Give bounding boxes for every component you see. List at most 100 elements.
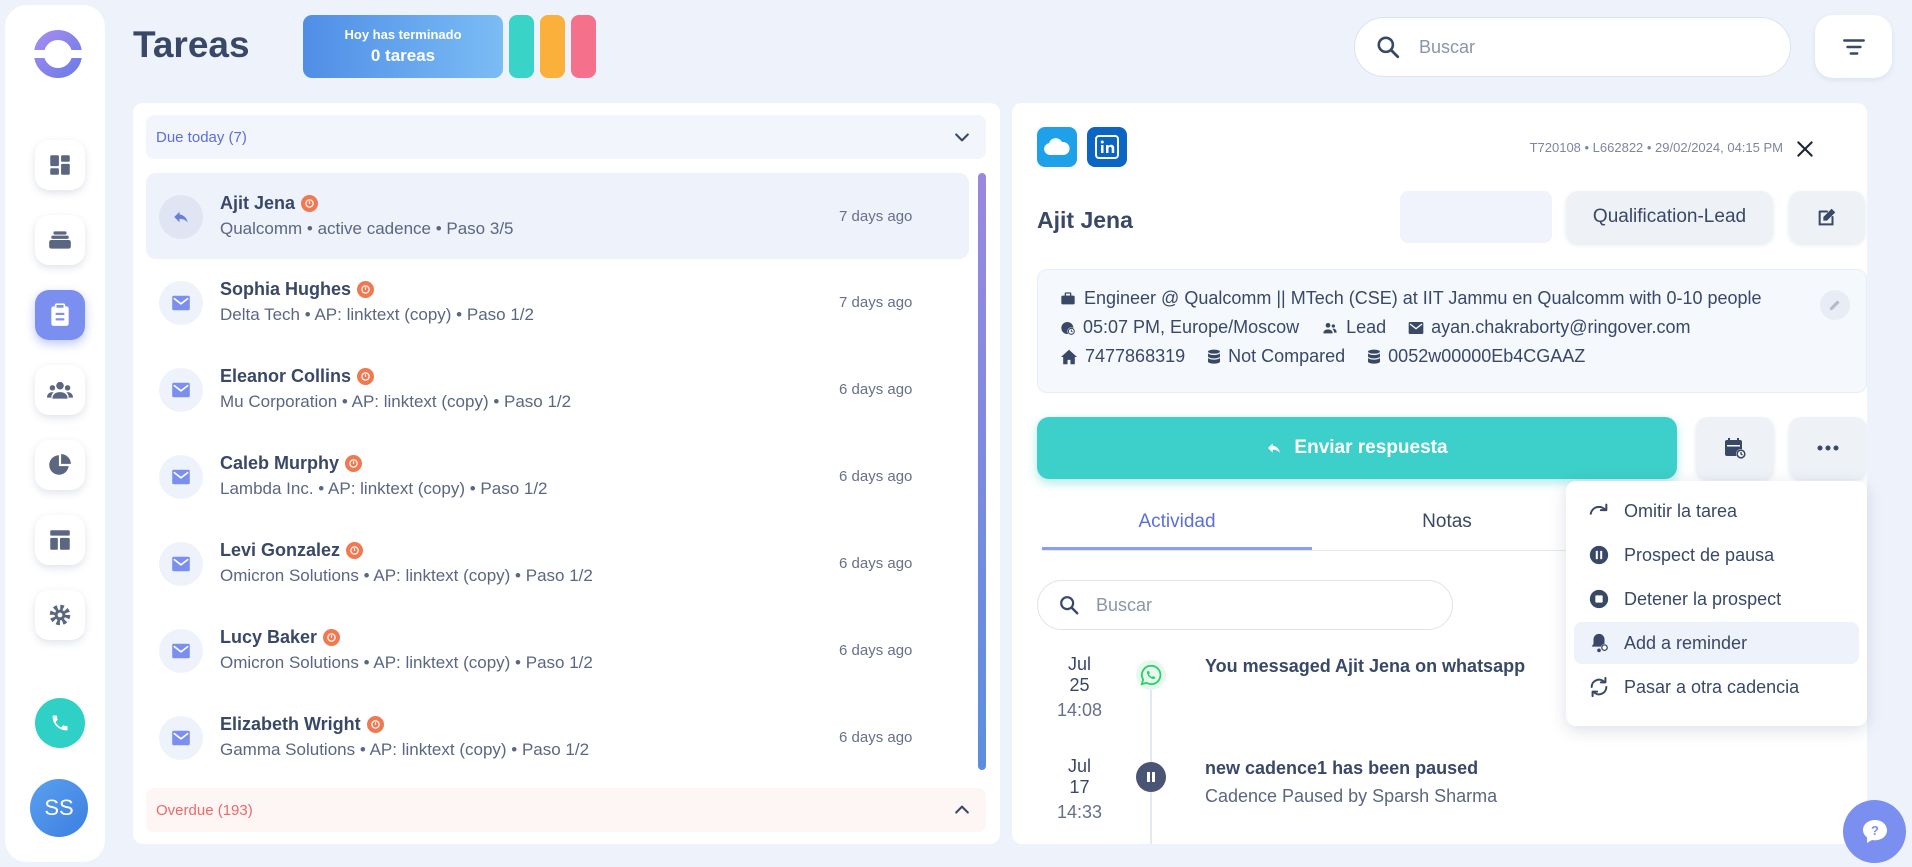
overdue-section[interactable]: Overdue (193) (146, 788, 986, 832)
nav-people[interactable] (35, 365, 85, 415)
task-time: 6 days ago (839, 468, 913, 485)
activity-subtitle: Cadence Paused by Sparsh Sharma (1205, 786, 1498, 806)
tab-divider (1042, 550, 1582, 551)
task-lead-name: Levi Gonzalez (220, 540, 341, 560)
tab-notes[interactable]: Notas (1312, 511, 1582, 547)
edit-lead-button[interactable] (1789, 191, 1865, 243)
send-reply-label: Enviar respuesta (1294, 437, 1448, 458)
task-row[interactable]: Elizabeth Wright Gamma Solutions • AP: li… (146, 694, 969, 780)
lead-email[interactable]: ayan.chakraborty@ringover.com (1431, 317, 1690, 338)
lead-crm-id-group: 0052w00000Eb4CGAAZ (1367, 346, 1585, 367)
task-time: 6 days ago (839, 642, 913, 659)
activity-search-input[interactable] (1096, 594, 1396, 616)
lead-email-group: ayan.chakraborty@ringover.com (1408, 317, 1691, 338)
edit-info-button[interactable] (1820, 290, 1850, 320)
close-icon[interactable] (1795, 139, 1815, 159)
timezone-badge (357, 281, 375, 298)
timezone-badge (345, 455, 363, 472)
empty-field (1400, 191, 1552, 243)
pause-circle-icon (1589, 545, 1609, 565)
lead-status-button[interactable]: Qualification-Lead (1566, 191, 1773, 243)
task-type-icon (159, 281, 203, 325)
task-row[interactable]: Lucy Baker Omicron Solutions • AP: linkte… (146, 607, 969, 693)
due-today-section[interactable]: Due today (7) (146, 115, 986, 159)
phone-button[interactable] (35, 698, 85, 748)
more-options-button[interactable] (1789, 417, 1867, 479)
lead-type: Lead (1346, 317, 1387, 337)
pause-icon (1147, 772, 1155, 782)
reply-icon (174, 211, 188, 223)
nav-tasks[interactable] (35, 290, 85, 340)
activity-date-time: 14:33 (1057, 802, 1103, 822)
help-chat-button[interactable]: ? (1843, 800, 1906, 863)
schedule-button[interactable] (1696, 417, 1774, 479)
mail-icon (172, 730, 190, 746)
task-filter-pill-pink[interactable] (571, 15, 596, 78)
task-filter-pill-teal[interactable] (509, 15, 534, 78)
nav-dashboard[interactable] (35, 140, 85, 190)
lead-type-group: Lead (1321, 317, 1386, 338)
overdue-label: Overdue (193) (156, 801, 253, 819)
task-list-scrollbar[interactable] (978, 173, 986, 770)
app-logo-icon[interactable] (32, 28, 84, 80)
activity-search-bar[interactable] (1037, 580, 1453, 630)
chevron-down-icon[interactable] (952, 127, 972, 147)
menu-item-change-cadence[interactable]: Pasar a otra cadencia (1574, 666, 1859, 708)
lead-phone[interactable]: 7477868319 (1085, 346, 1185, 367)
salesforce-icon[interactable] (1037, 127, 1077, 167)
nav-templates[interactable] (35, 515, 85, 565)
gear-icon (49, 604, 71, 626)
task-type-icon (159, 716, 203, 760)
nav-cadences[interactable] (35, 215, 85, 265)
lead-info-card: Engineer @ Qualcomm || MTech (CSE) at II… (1037, 269, 1867, 393)
help-chat-icon: ? (1862, 819, 1887, 843)
task-time: 6 days ago (839, 555, 913, 572)
task-row[interactable]: Eleanor Collins Mu Corporation • AP: link… (146, 346, 969, 432)
nav-settings[interactable] (35, 590, 85, 640)
edit-icon (1818, 208, 1836, 226)
task-filter-pill-orange[interactable] (540, 15, 565, 78)
search-input[interactable] (1419, 36, 1769, 58)
menu-item-pause-prospect[interactable]: Prospect de pausa (1574, 534, 1859, 576)
timezone-badge (301, 195, 319, 212)
send-reply-button[interactable]: Enviar respuesta (1037, 417, 1677, 479)
due-today-label: Due today (7) (156, 128, 247, 146)
flag-icon (370, 720, 380, 729)
search-icon (1377, 36, 1400, 59)
linkedin-icon[interactable] (1087, 127, 1127, 167)
user-avatar[interactable]: SS (30, 779, 88, 837)
task-type-icon (159, 195, 203, 239)
task-row[interactable]: Sophia Hughes Delta Tech • AP: linktext (… (146, 259, 969, 345)
tab-activity[interactable]: Actividad (1042, 511, 1312, 550)
menu-item-stop-prospect[interactable]: Detener la prospect (1574, 578, 1859, 620)
nav-reports[interactable] (35, 440, 85, 490)
search-bar[interactable] (1354, 17, 1791, 77)
menu-item-label: Omitir la tarea (1624, 500, 1738, 521)
menu-item-add-reminder[interactable]: Add a reminder (1574, 622, 1859, 664)
calendar-clock-icon (1725, 438, 1746, 459)
task-list-panel: Due today (7) Ajit Jena Qualcomm • active… (133, 103, 1000, 844)
task-lead-name: Caleb Murphy (220, 453, 340, 473)
task-row[interactable]: Caleb Murphy Lambda Inc. • AP: linktext (… (146, 433, 969, 519)
filter-button[interactable] (1815, 15, 1892, 78)
pie-chart-icon (49, 454, 71, 475)
skip-icon (1589, 503, 1608, 515)
menu-item-skip-task[interactable]: Omitir la tarea (1574, 490, 1859, 532)
mail-icon (172, 556, 190, 572)
task-row[interactable]: Levi Gonzalez Omicron Solutions • AP: lin… (146, 520, 969, 606)
flag-icon (349, 459, 358, 468)
flag-icon (350, 546, 359, 555)
completed-today-card: Hoy has terminado 0 tareas (303, 15, 503, 78)
menu-item-label: Prospect de pausa (1624, 544, 1775, 565)
task-row[interactable]: Ajit Jena Qualcomm • active cadence • Pas… (146, 173, 969, 259)
task-lead-name: Ajit Jena (220, 193, 296, 213)
svg-text:?: ? (1871, 823, 1879, 838)
chevron-up-icon[interactable] (952, 800, 972, 820)
task-lead-name: Lucy Baker (220, 627, 318, 647)
mail-icon (172, 382, 190, 398)
lead-compare-status: Not Compared (1228, 346, 1346, 366)
menu-item-label: Detener la prospect (1624, 588, 1782, 609)
menu-item-label: Add a reminder (1624, 632, 1748, 653)
task-time: 7 days ago (839, 294, 913, 311)
mail-icon (172, 469, 190, 485)
